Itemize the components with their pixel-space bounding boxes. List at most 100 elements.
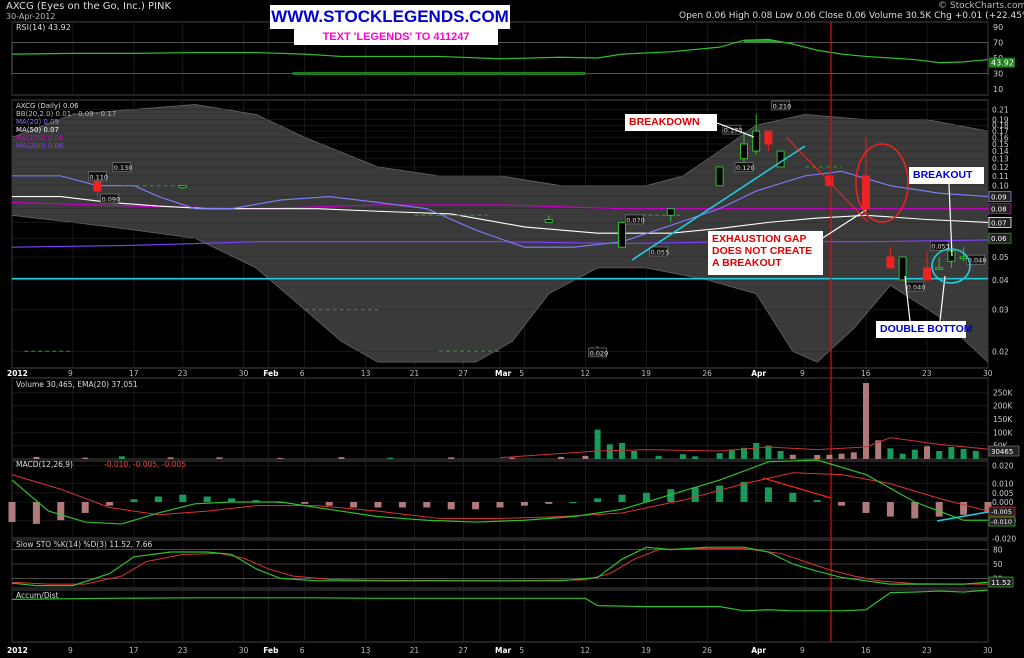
x-axis-label: 16 (861, 646, 871, 655)
macd-histogram-bar (691, 487, 699, 502)
macd-histogram-bar (764, 487, 772, 502)
price-tag-label: 0.210 (773, 102, 792, 110)
x-axis-label: 12 (580, 646, 590, 655)
double-bottom-label-text: DOUBLE BOTTOM (880, 323, 973, 335)
volume-bar (753, 443, 760, 459)
x-axis-label: 26 (702, 369, 712, 378)
candle-body (618, 221, 626, 248)
rsi-legend: RSI(14) 43.92 (16, 23, 71, 32)
price-axis-label: 0.04 (992, 276, 1009, 285)
macd-histogram-bar (154, 496, 162, 502)
x-axis-label: 5 (519, 646, 524, 655)
volume-bar (558, 456, 564, 459)
promo-url[interactable]: WWW.STOCKLEGENDS.COM (270, 5, 510, 29)
x-axis-label: 12 (580, 369, 590, 378)
chart-date: 30-Apr-2012 (6, 12, 56, 21)
x-axis-label: 5 (519, 369, 524, 378)
x-axis-label: 2012 (7, 646, 28, 655)
macd-histogram-bar (106, 502, 114, 506)
macd-histogram-bar (911, 502, 919, 519)
x-axis-label: 6 (300, 369, 305, 378)
volume-legend: Volume 30,465, EMA(20) 37,051 (16, 380, 138, 389)
price-axis-label: 0.11 (992, 172, 1009, 181)
volume-axis-label: 100K (993, 428, 1013, 437)
volume-bar (606, 444, 613, 459)
macd-histogram-bar (594, 498, 602, 502)
exhaustion-gap-label-text: EXHAUSTION GAP (712, 233, 807, 245)
candle-body (544, 218, 553, 223)
x-axis-label: 27 (458, 646, 468, 655)
rsi-axis-label: 70 (993, 39, 1003, 48)
x-axis-label: Mar (495, 646, 512, 655)
volume-bar (118, 456, 125, 459)
macd-histogram-bar (8, 502, 16, 523)
macd-histogram-bar (374, 502, 382, 508)
x-axis-label: 30 (239, 369, 249, 378)
volume-bar (899, 453, 906, 459)
macd-legend: MACD(12,26,9) (16, 460, 73, 469)
macd-flag-label: -0.005 (991, 508, 1012, 516)
volume-bar (948, 447, 955, 459)
breakdown-label-text: BREAKDOWN (629, 116, 700, 128)
macd-histogram-bar (472, 502, 480, 510)
candle-body (752, 130, 761, 152)
x-axis-label: Apr (751, 369, 766, 378)
volume-bar (680, 454, 686, 459)
x-axis-label: 13 (361, 369, 371, 378)
price-tag-label: 0.020 (590, 349, 609, 357)
macd-histogram-bar (32, 502, 40, 524)
price-legend: MA(50) 0.07 (16, 126, 59, 134)
x-axis-label: 21 (410, 646, 420, 655)
x-axis-label: Feb (263, 646, 279, 655)
price-legend: BB(20,2.0) 0.01 - 0.09 - 0.17 (16, 110, 116, 118)
x-axis-label: 19 (641, 646, 651, 655)
macd-histogram-bar (545, 502, 553, 504)
x-axis-label: Apr (751, 646, 766, 655)
sto-axis-label: 50 (993, 560, 1003, 569)
macd-histogram-bar (642, 492, 650, 502)
macd-histogram-bar (716, 485, 724, 502)
price-tag-label: 0.055 (651, 248, 670, 256)
macd-histogram-bar (935, 502, 943, 517)
rsi-low-fill (292, 71, 586, 75)
price-tag-label: 0.170 (724, 127, 743, 135)
volume-bar (960, 448, 967, 459)
price-legend: AXCG (Daily) 0.06 (16, 102, 79, 110)
stock-chart: 9070503010RSI(14) 43.9243.920.210.190.18… (7, 21, 1020, 655)
macd-histogram-bar (618, 494, 626, 502)
price-axis-label: 0.12 (992, 163, 1009, 172)
x-axis-label: 26 (702, 646, 712, 655)
macd-flag-label: -0.010 (991, 518, 1012, 526)
candle-body (666, 208, 675, 216)
x-axis-label: 17 (129, 369, 139, 378)
x-axis-label: 30 (983, 646, 993, 655)
candle-body (862, 175, 870, 210)
macd-histogram-bar (520, 502, 528, 506)
macd-histogram-bar (325, 502, 333, 506)
x-axis-label: 13 (361, 646, 371, 655)
ohlc-readout: Open 0.06 High 0.08 Low 0.06 Close 0.06 … (679, 11, 1024, 21)
volume-bar (167, 457, 174, 459)
price-tag-label: 0.130 (114, 164, 133, 172)
candle-body (959, 256, 968, 260)
macd-axis-label: -0.020 (992, 535, 1016, 544)
volume-bar (448, 457, 455, 459)
volume-bar (924, 446, 930, 459)
price-tag-label: 0.070 (626, 216, 645, 224)
volume-bar (82, 457, 89, 459)
x-axis-label: 19 (641, 369, 651, 378)
price-legend: MA(200) 0.06 (16, 142, 64, 150)
x-axis-label: 27 (458, 369, 468, 378)
stockcharts-brand: © StockCharts.com (938, 1, 1024, 11)
price-legend: MA(20) 0.09 (16, 118, 59, 126)
x-axis-label: 9 (68, 646, 73, 655)
macd-histogram-bar (423, 502, 431, 508)
breakout-label-text: BREAKOUT (913, 169, 973, 181)
x-axis-label: 23 (922, 646, 932, 655)
volume-bar (728, 449, 735, 459)
symbol-title: AXCG (Eyes on the Go, Inc.) PINK (6, 1, 172, 12)
macd-axis-label: 0.000 (992, 498, 1014, 507)
volume-bar (631, 451, 638, 459)
macd-histogram-bar (569, 502, 577, 503)
volume-bar (936, 451, 943, 459)
